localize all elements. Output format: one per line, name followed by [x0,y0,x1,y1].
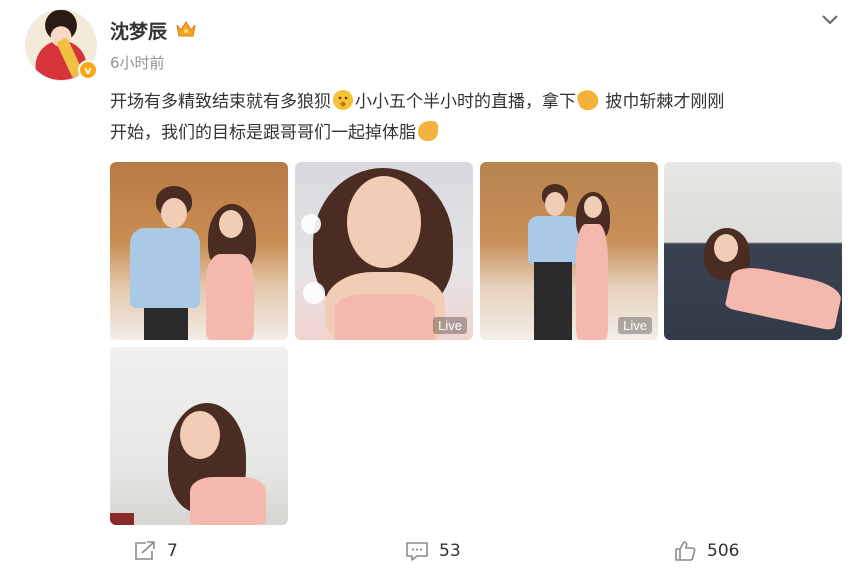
repost-button[interactable]: 7 [133,539,178,563]
chevron-down-icon[interactable] [820,12,840,28]
photo-4[interactable] [664,162,842,340]
live-badge: Live [618,317,652,334]
post-text-part2: 小小五个半小时的直播，拿下 [355,92,576,112]
person-face [180,411,220,459]
comment-button[interactable]: 53 [405,539,461,563]
repost-icon [135,541,155,560]
like-count: 506 [707,541,740,561]
post-text: 开场有多精致结束就有多狼狈 小小五个半小时的直播，拿下 披巾斩棘才刚刚 开始，我们… [110,87,850,149]
post-text-part1: 开场有多精致结束就有多狼狈 [110,92,331,112]
weibo-post: v 沈梦辰 6小时前 开场有多精致结束就有多狼狈 小小五个半小时的直播，拿下 披巾… [0,0,860,571]
person-pants [534,262,572,340]
live-badge: Live [433,317,467,334]
photo-3[interactable]: Live [480,162,658,340]
person-pants [144,308,188,340]
comment-icon [406,542,428,561]
post-text-part3: 披巾斩棘才刚刚 [605,92,725,112]
post-text-line2: 开始，我们的目标是跟哥哥们一起掉体脂 [110,123,416,143]
person-dress [335,294,435,340]
person-dress [576,224,608,340]
crown-icon [176,21,196,37]
person-face [545,192,565,216]
person-face [347,176,421,268]
photo-1[interactable] [110,162,288,340]
comment-count: 53 [439,541,461,561]
person-dress [190,477,266,525]
person-face [584,196,602,218]
post-timestamp[interactable]: 6小时前 [110,52,165,73]
person-face [714,234,738,262]
username[interactable]: 沈梦辰 [110,17,167,44]
ok-hand-emoji-icon [575,87,601,113]
verified-badge-icon: v [78,60,98,80]
person-dress [206,254,254,340]
person-face [161,198,187,228]
muscle-emoji-icon [418,121,438,141]
chair-edge [110,513,134,525]
person-dress [724,262,842,332]
person-face [219,210,243,238]
thumbs-up-icon [675,541,696,561]
light-bulb [301,214,321,234]
like-button[interactable]: 506 [673,539,739,563]
person-shirt [130,228,200,308]
photo-5[interactable] [110,347,288,525]
repost-count: 7 [167,541,178,561]
person-shirt [528,216,580,264]
photo-2[interactable]: Live [295,162,473,340]
light-bulb [303,282,325,304]
thinking-face-emoji-icon [333,90,353,110]
